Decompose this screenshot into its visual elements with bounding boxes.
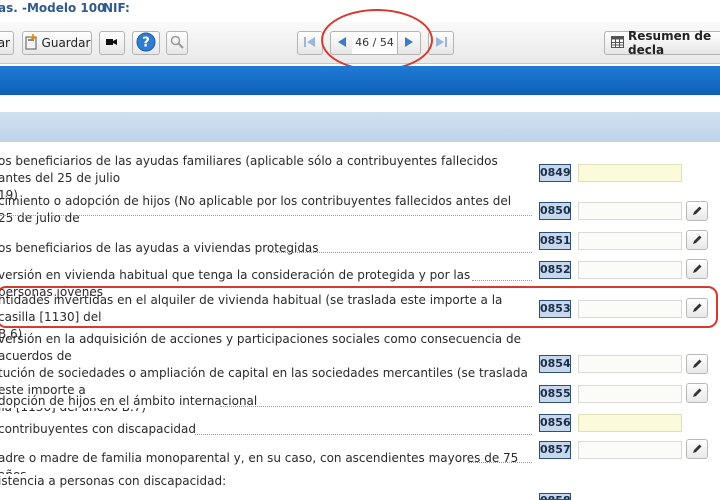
casilla-input[interactable] [578,261,682,279]
partial-toolbar-button[interactable]: ar [0,31,14,55]
casilla-code: 0849 [539,164,571,182]
dotted-leader [468,462,532,463]
edit-button[interactable] [686,439,708,459]
row-line: contribuyentes con discapacidad [0,422,197,436]
edit-button[interactable] [686,230,708,250]
casilla-input[interactable] [578,385,682,403]
row-text-0856: contribuyentes con discapacidad [0,421,528,438]
edit-button[interactable] [686,354,708,374]
casilla-input[interactable] [578,355,682,373]
section-header-bar [0,112,720,142]
row-highlight-rect [0,286,718,328]
row-line: os beneficiarios de las ayudas familiare… [0,154,498,185]
first-page-button[interactable] [297,31,323,55]
help-icon: ? [136,32,156,55]
pencil-icon [691,440,703,459]
pencil-icon [691,355,703,374]
row-text-0850: cimiento o adopción de hijos (No aplicab… [0,193,528,227]
video-button[interactable] [99,31,125,55]
row-line: istencia a personas con discapacidad: [0,474,228,488]
first-page-icon [303,36,317,51]
casilla-code: 0857 [539,441,571,459]
casilla-code: 0851 [539,232,571,250]
pencil-icon [691,202,703,221]
nif-label: NIF: [103,1,130,15]
app-title: as. -Modelo 100 [0,1,106,15]
casilla-code: 0856 [539,414,571,432]
pencil-icon [691,260,703,279]
pencil-icon [691,384,703,403]
table-icon [611,35,624,51]
save-icon [24,33,38,53]
casilla-input[interactable] [578,164,682,182]
last-page-icon [434,36,448,51]
page-header-bar [0,66,720,95]
dotted-leader [270,252,532,253]
edit-button[interactable] [686,259,708,279]
help-button[interactable]: ? [132,31,160,55]
casilla-input[interactable] [578,232,682,250]
casilla-input[interactable] [578,414,682,432]
row-line: versión en la adquisición de acciones y … [0,332,521,363]
partial-button-label: ar [0,36,10,50]
casilla-code: 0852 [539,261,571,279]
row-text-0851: os beneficiarios de las ayudas a viviend… [0,240,528,257]
casilla-code: 0855 [539,385,571,403]
pencil-icon [691,231,703,250]
svg-text:?: ? [142,35,150,50]
guardar-button[interactable]: Guardar [22,31,92,55]
search-button[interactable] [166,31,188,55]
row-text-0855: dopción de hijos en el ámbito internacio… [0,393,528,410]
magnifier-icon [170,35,184,52]
row-line: cimiento o adopción de hijos (No aplicab… [0,194,512,225]
casilla-code: 0858 [539,493,571,500]
casilla-input[interactable] [578,202,682,220]
edit-button[interactable] [686,383,708,403]
row-text-0858: istencia a personas con discapacidad: [0,473,528,490]
casilla-input[interactable] [578,441,682,459]
casilla-code: 0854 [539,355,571,373]
edit-button[interactable] [686,201,708,221]
dotted-leader [472,280,532,281]
resumen-label: Resumen de decla [628,29,712,57]
page-nav-highlight-circle [321,9,433,71]
dotted-leader [220,406,532,407]
guardar-label: Guardar [41,36,91,50]
dotted-leader [195,434,532,435]
casilla-code: 0850 [539,202,571,220]
video-camera-icon [106,36,118,50]
resumen-declaracion-button[interactable]: Resumen de decla [604,29,720,57]
dotted-leader [0,215,532,216]
